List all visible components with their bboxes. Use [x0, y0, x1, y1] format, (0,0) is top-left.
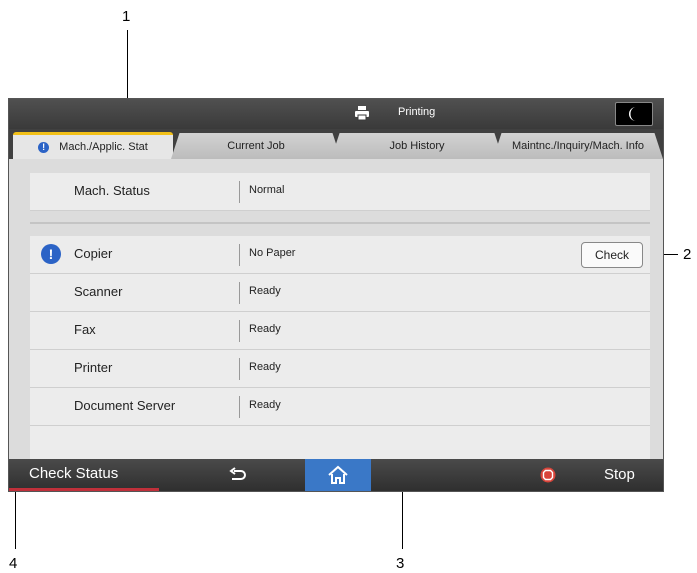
- device-screen: Printing ! Mach./Applic. Stat Current Jo…: [8, 98, 664, 492]
- section-divider: [30, 222, 650, 224]
- check-status-label: Check Status: [29, 465, 119, 482]
- tab-label: Job History: [389, 140, 445, 152]
- top-status-bar: Printing: [9, 99, 663, 129]
- column-divider: [239, 358, 240, 380]
- status-row-printer: Printer Ready: [30, 350, 650, 388]
- stop-label: Stop: [604, 466, 635, 483]
- alert-icon: !: [41, 244, 61, 264]
- column-divider: [239, 320, 240, 342]
- tab-maintenance-inquiry-info[interactable]: Maintnc./Inquiry/Mach. Info: [493, 133, 663, 159]
- column-divider: [239, 282, 240, 304]
- home-icon: [328, 465, 348, 484]
- function-status: Ready: [249, 361, 281, 373]
- column-divider: [239, 244, 240, 266]
- info-icon: !: [38, 141, 50, 153]
- moon-icon: [629, 107, 636, 121]
- callout-3: 3: [396, 555, 405, 572]
- bottom-bar: Check Status Stop: [9, 459, 663, 491]
- printing-status: Printing: [398, 106, 436, 118]
- status-row-fax: Fax Ready: [30, 312, 650, 350]
- function-label: Copier: [74, 246, 113, 261]
- function-status: Ready: [249, 399, 281, 411]
- function-label: Printer: [74, 360, 113, 375]
- printer-icon: [355, 106, 369, 121]
- tab-label: Maintnc./Inquiry/Mach. Info: [511, 140, 645, 152]
- function-status: Ready: [249, 285, 281, 297]
- stop-button[interactable]: Stop: [519, 459, 663, 491]
- column-divider: [239, 181, 240, 203]
- check-button[interactable]: Check: [581, 242, 643, 268]
- callout-2: 2: [683, 246, 692, 263]
- tab-bar: ! Mach./Applic. Stat Current Job Job His…: [9, 129, 663, 159]
- back-arrow-icon: [229, 467, 246, 480]
- status-row-copier: ! Copier No Paper Check: [30, 236, 650, 274]
- status-content: Mach. Status Normal ! Copier No Paper Ch…: [9, 159, 663, 464]
- status-row-document-server: Document Server Ready: [30, 388, 650, 426]
- tab-current-job[interactable]: Current Job: [171, 133, 341, 159]
- column-divider: [239, 396, 240, 418]
- mach-status-row: Mach. Status Normal: [30, 173, 650, 211]
- callout-1: 1: [122, 8, 131, 25]
- tab-label: Current Job: [227, 140, 285, 152]
- status-row-scanner: Scanner Ready: [30, 274, 650, 312]
- tab-label: Mach./Applic. Stat: [59, 141, 148, 153]
- energy-saver-button[interactable]: [615, 102, 653, 126]
- back-button[interactable]: [214, 459, 262, 491]
- function-status: Ready: [249, 323, 281, 335]
- tab-job-history[interactable]: Job History: [331, 133, 503, 159]
- callout-4: 4: [9, 555, 18, 572]
- mach-status-value: Normal: [249, 184, 285, 196]
- function-label: Scanner: [74, 284, 123, 299]
- function-label: Fax: [74, 322, 96, 337]
- function-label: Document Server: [74, 398, 176, 413]
- stop-icon: [540, 467, 556, 483]
- check-status-button[interactable]: Check Status: [9, 459, 159, 491]
- function-status: No Paper: [249, 247, 296, 259]
- mach-status-label: Mach. Status: [74, 183, 150, 198]
- home-button[interactable]: [305, 459, 371, 491]
- tab-mach-applic-stat[interactable]: ! Mach./Applic. Stat: [13, 132, 173, 159]
